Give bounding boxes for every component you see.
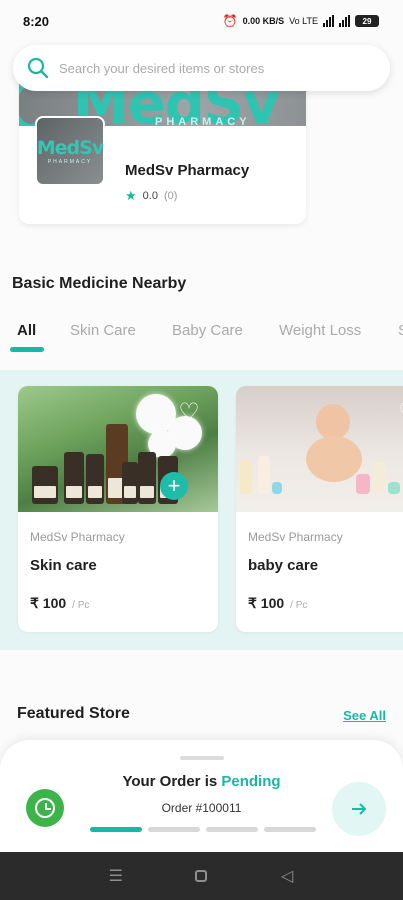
tab-baby-care[interactable]: Baby Care <box>172 322 243 339</box>
price-value: ₹ 100 <box>248 595 285 611</box>
tab-all[interactable]: All <box>17 322 36 339</box>
product-name: Skin care <box>30 557 97 574</box>
status-icons: ⏰ 0.00 KB/S Vo LTE 29 <box>223 14 379 28</box>
battery-icon: 29 <box>355 15 379 27</box>
product-card-skin-care[interactable]: ♡ MedSv Pharmacy Skin care ₹ 100 / Pc <box>18 386 218 632</box>
banner-subtitle: PHARMACY <box>155 116 251 126</box>
network-type: Vo LTE <box>289 16 318 26</box>
bottle-shape <box>138 452 156 504</box>
section-title-nearby: Basic Medicine Nearby <box>12 275 187 292</box>
status-time: 8:20 <box>23 13 50 29</box>
progress-step <box>206 827 258 832</box>
toy-shape <box>388 482 400 494</box>
product-image-skin-care: ♡ <box>18 386 218 512</box>
product-image-baby-care: ♡ <box>236 386 403 512</box>
progress-step <box>148 827 200 832</box>
category-tabs: All Skin Care Baby Care Weight Loss S <box>0 318 403 358</box>
price-unit: / Pc <box>72 600 90 611</box>
back-icon[interactable]: ◁ <box>275 866 299 886</box>
logo-subtext: PHARMACY <box>47 159 93 165</box>
logo-text: MedSv <box>36 137 104 159</box>
product-vendor: MedSv Pharmacy <box>248 530 343 544</box>
product-vendor: MedSv Pharmacy <box>30 530 125 544</box>
toy-shape <box>240 460 252 494</box>
section-title-featured: Featured Store <box>17 705 130 722</box>
sheet-handle[interactable] <box>180 756 224 760</box>
product-price: ₹ 100 / Pc <box>248 595 307 612</box>
order-progress <box>90 827 316 832</box>
baby-body-shape <box>306 436 362 482</box>
tab-more[interactable]: S <box>398 322 403 339</box>
bottle-shape <box>64 452 84 504</box>
menu-icon[interactable]: ☰ <box>104 866 128 886</box>
toy-shape <box>372 462 386 494</box>
bottle-shape <box>32 466 58 504</box>
store-logo: MedSv PHARMACY <box>35 116 105 186</box>
system-nav-bar: ☰ ◁ <box>0 852 403 900</box>
bottle-shape <box>122 462 138 504</box>
order-status-prefix: Your Order is <box>122 773 218 790</box>
arrow-right-icon[interactable] <box>332 782 386 836</box>
search-input[interactable] <box>59 60 359 76</box>
star-icon: ★ <box>125 188 137 203</box>
active-tab-indicator <box>10 347 44 352</box>
price-value: ₹ 100 <box>30 595 67 611</box>
toy-shape <box>258 456 270 494</box>
store-rating: ★ 0.0 (0) <box>125 188 177 204</box>
product-name: baby care <box>248 557 319 574</box>
status-bar: 8:20 ⏰ 0.00 KB/S Vo LTE 29 <box>0 0 403 42</box>
toy-shape <box>356 474 370 494</box>
home-icon[interactable] <box>195 870 208 882</box>
alarm-icon: ⏰ <box>222 14 238 28</box>
add-to-cart-button[interactable]: + <box>160 472 188 500</box>
heart-icon[interactable]: ♡ <box>176 400 202 426</box>
rating-value: 0.0 <box>142 190 158 202</box>
heart-icon[interactable]: ♡ <box>396 400 403 426</box>
baby-head-shape <box>316 404 350 440</box>
search-bar[interactable] <box>13 45 390 91</box>
net-speed: 0.00 KB/S <box>242 16 285 26</box>
signal-icon <box>323 15 334 27</box>
tab-weight-loss[interactable]: Weight Loss <box>279 322 361 339</box>
product-card-baby-care[interactable]: ♡ MedSv Pharmacy baby care ₹ 100 / Pc <box>236 386 403 632</box>
search-icon <box>27 57 49 79</box>
progress-step <box>90 827 142 832</box>
price-unit: / Pc <box>290 600 308 611</box>
toy-shape <box>272 482 282 494</box>
rating-count: (0) <box>163 190 178 202</box>
store-name: MedSv Pharmacy <box>125 162 250 179</box>
store-card[interactable]: MedSv PHARMACY MedSv PHARMACY MedSv Phar… <box>19 76 306 224</box>
see-all-link[interactable]: See All <box>343 708 386 723</box>
order-status-value: Pending <box>221 773 281 790</box>
signal-icon-2 <box>339 15 350 27</box>
product-price: ₹ 100 / Pc <box>30 595 89 612</box>
app-screen: 8:20 ⏰ 0.00 KB/S Vo LTE 29 MedSv PHARMAC… <box>0 0 403 900</box>
tab-skin-care[interactable]: Skin Care <box>70 322 136 339</box>
bottle-shape <box>86 454 104 504</box>
progress-step <box>264 827 316 832</box>
